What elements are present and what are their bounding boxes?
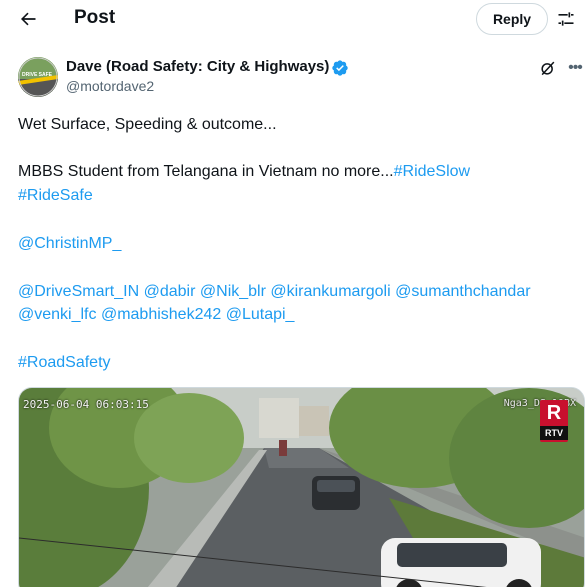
author-handle[interactable]: @motordave2 (66, 78, 154, 94)
mention-link[interactable]: @Nik_blr (200, 283, 266, 300)
grok-button[interactable] (538, 58, 558, 78)
mention-link[interactable]: @sumanthchandar (395, 283, 530, 300)
verified-badge-icon (332, 60, 348, 76)
mention-link[interactable]: @Lutapi_ (226, 306, 295, 323)
settings-button[interactable] (552, 5, 580, 33)
page-title: Post (74, 7, 116, 28)
mention-link[interactable]: @kirankumargoli (270, 283, 390, 300)
mention-link[interactable]: @DriveSmart_IN (18, 283, 139, 300)
tweet-text-segment: MBBS Student from Telangana in Vietnam n… (18, 163, 394, 180)
rtv-logo-text: RTV (540, 426, 568, 440)
tweet-line: Wet Surface, Speeding & outcome... (18, 116, 277, 133)
grok-icon (541, 61, 555, 76)
back-button[interactable] (10, 1, 46, 37)
hashtag-link[interactable]: #RideSlow (394, 163, 470, 180)
post-header: Post Reply (0, 0, 586, 38)
mention-link[interactable]: @venki_lfc (18, 306, 97, 323)
avatar[interactable]: DRIVE SAFE (18, 57, 58, 97)
tweet-line: @ChristinMP_ (18, 234, 121, 254)
mentions-row: @venki_lfc @mabhishek242 @Lutapi_ (18, 305, 294, 325)
author-name[interactable]: Dave (Road Safety: City & Highways) (66, 58, 329, 75)
cctv-frame-image (19, 388, 584, 587)
arrow-left-icon (21, 12, 36, 26)
mention-link[interactable]: @ChristinMP_ (18, 235, 121, 252)
mentions-row: @DriveSmart_IN @dabir @Nik_blr @kirankum… (18, 282, 531, 302)
ellipsis-icon: ••• (568, 59, 583, 76)
tweet-line: MBBS Student from Telangana in Vietnam n… (18, 162, 470, 182)
sliders-icon (558, 12, 574, 26)
video-timestamp: 2025-06-04 06:03:15 (23, 398, 149, 411)
tweet-line: #RideSafe (18, 186, 93, 206)
reply-button[interactable]: Reply (476, 3, 548, 35)
hashtag-link[interactable]: #RideSafe (18, 187, 93, 204)
video-media[interactable]: 2025-06-04 06:03:15 Nga3_DS 10BX R RTV (18, 387, 585, 587)
hashtag-link[interactable]: #RoadSafety (18, 354, 111, 371)
mention-link[interactable]: @dabir (144, 283, 196, 300)
rtv-logo-mark: R (546, 402, 562, 424)
avatar-text: DRIVE SAFE (22, 72, 53, 78)
tweet-line: #RoadSafety (18, 353, 111, 373)
rtv-logo: R RTV (540, 400, 568, 442)
mention-link[interactable]: @mabhishek242 (101, 306, 221, 323)
more-options-button[interactable]: ••• (565, 58, 585, 78)
